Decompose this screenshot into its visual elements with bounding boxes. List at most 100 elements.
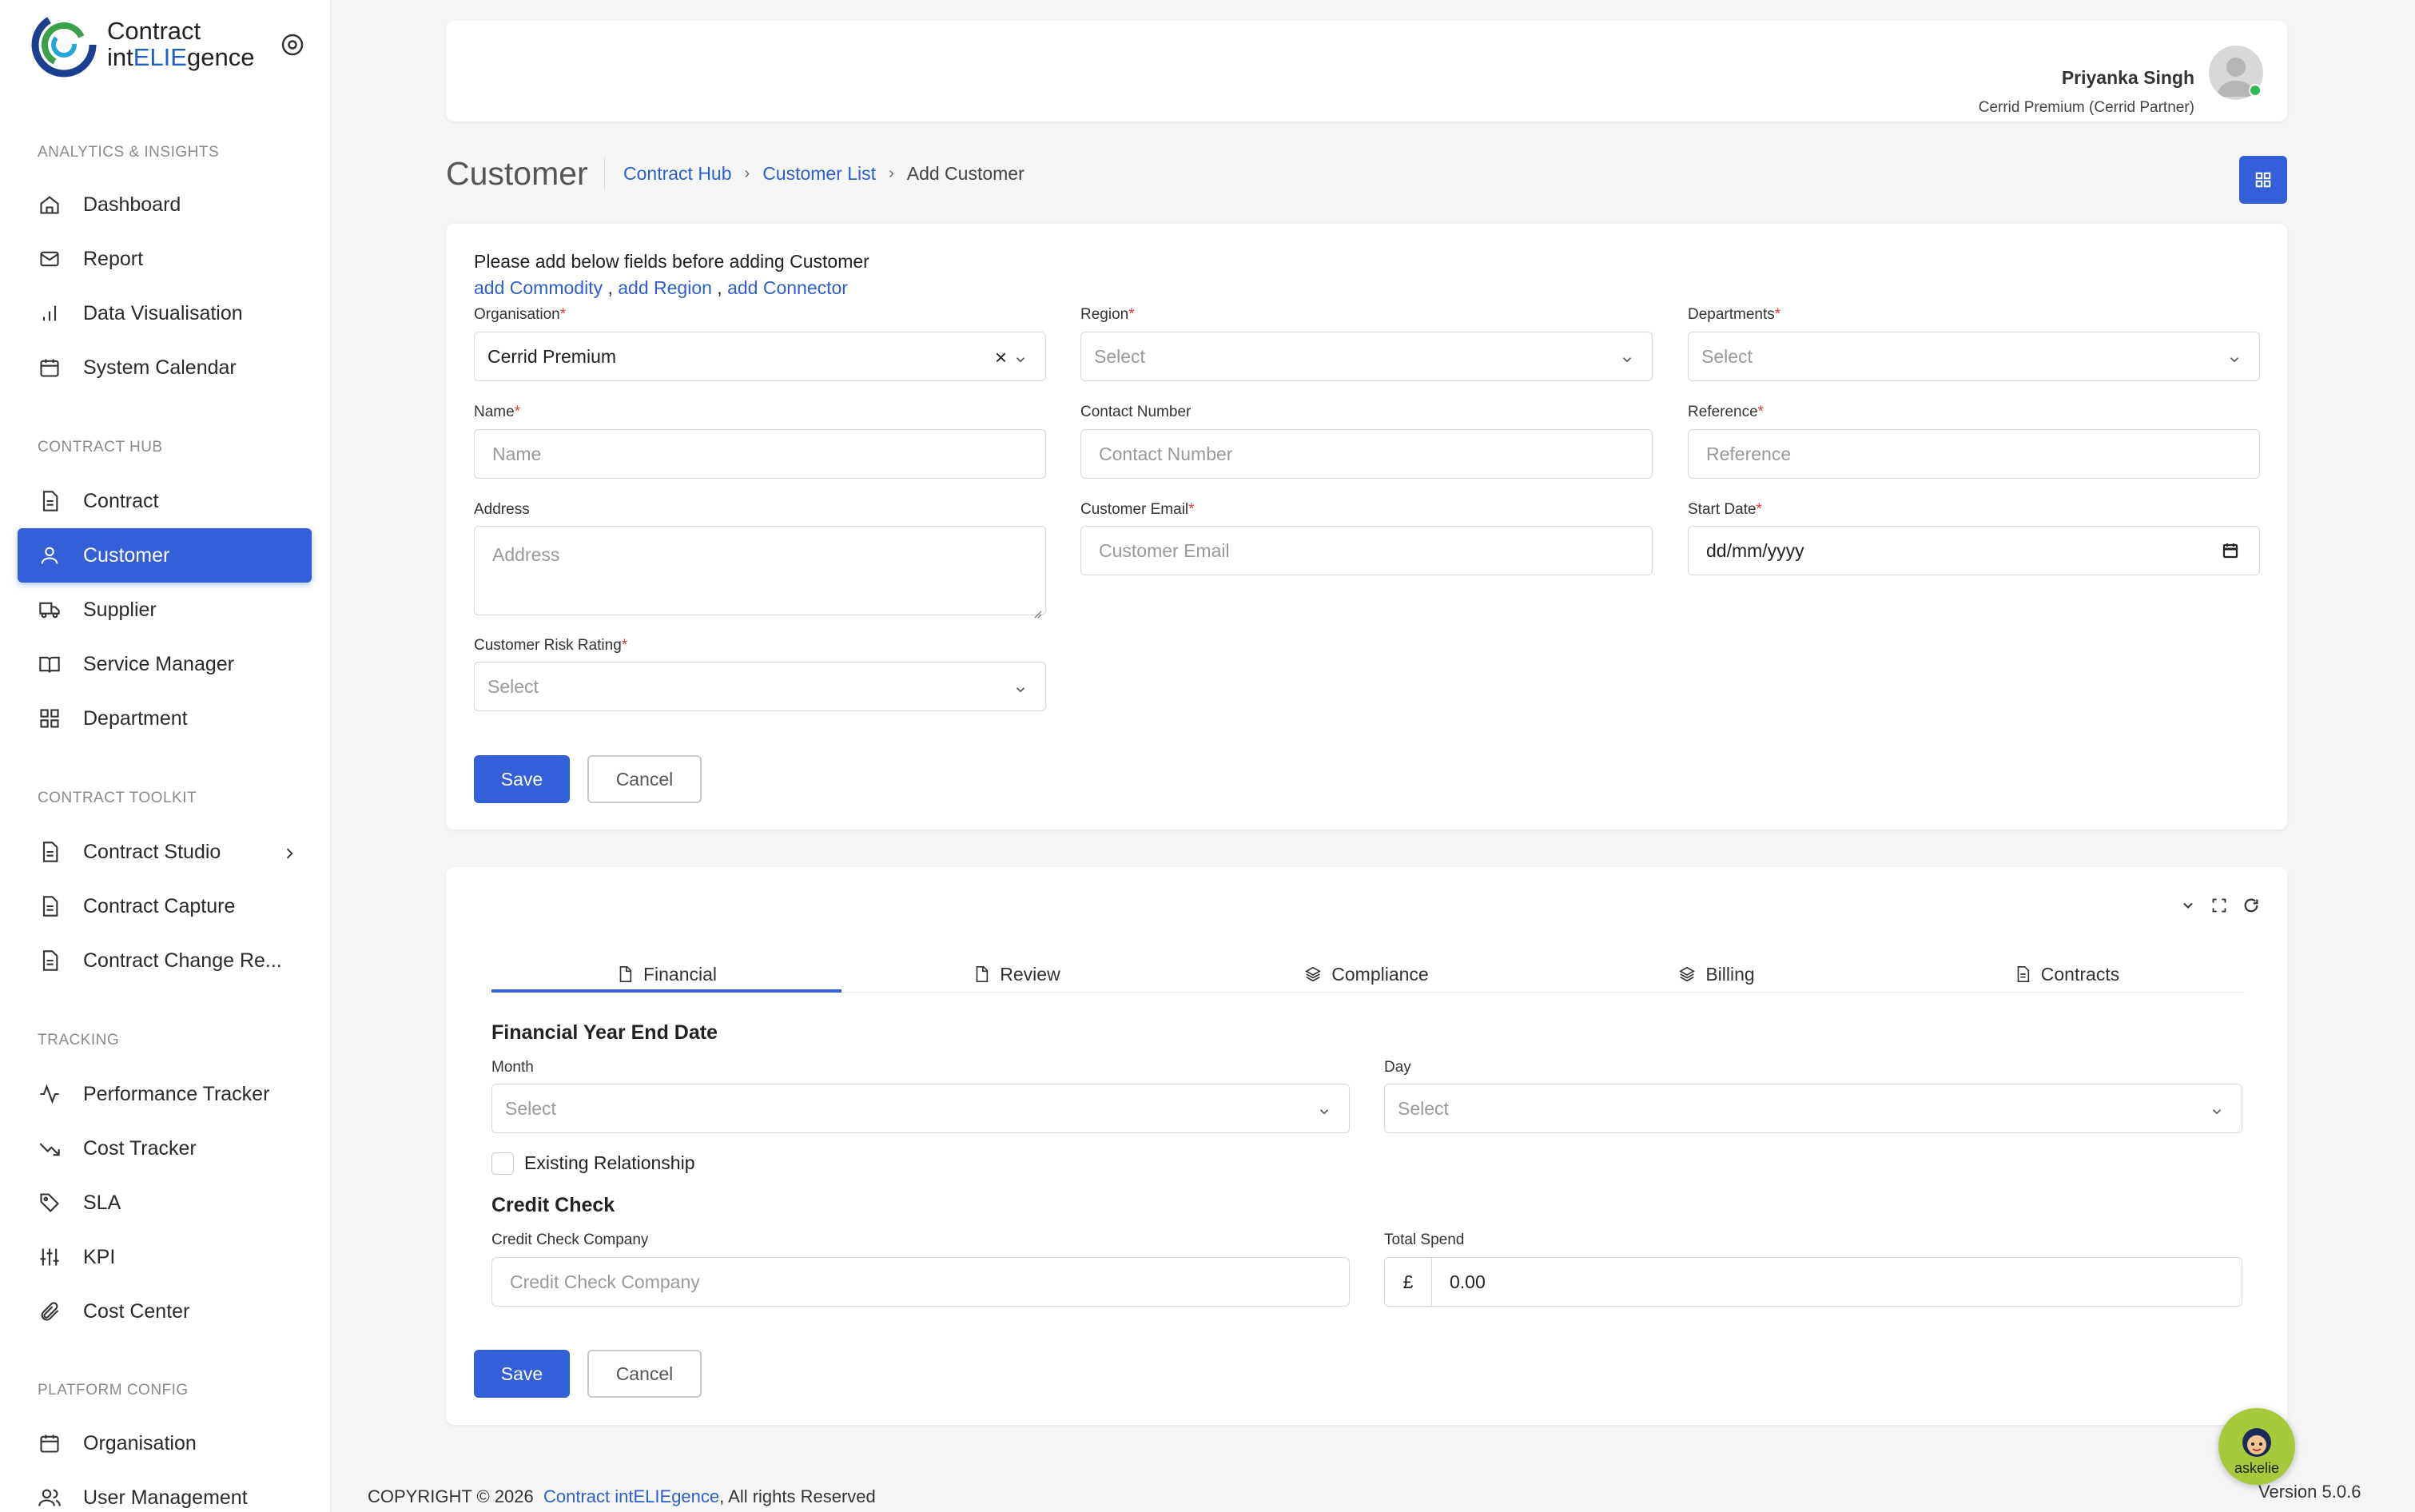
name-input[interactable]: Name <box>474 429 1046 479</box>
sidebar-item-data-visualisation[interactable]: Data Visualisation <box>18 286 312 340</box>
askelie-assistant-button[interactable]: askelie <box>2218 1408 2295 1485</box>
sidebar-item-organisation[interactable]: Organisation <box>18 1416 312 1470</box>
breadcrumb-customer-list[interactable]: Customer List <box>762 163 876 185</box>
sidebar-item-label: Cost Tracker <box>83 1136 197 1160</box>
tab-billing[interactable]: Billing <box>1542 956 1892 993</box>
sidebar-item-user-management[interactable]: User Management <box>18 1470 312 1512</box>
breadcrumb-contract-hub[interactable]: Contract Hub <box>623 163 732 185</box>
section-title-contract-hub: CONTRACT HUB <box>38 439 163 456</box>
activity-icon <box>37 1081 62 1107</box>
existing-relationship-checkbox[interactable] <box>491 1152 514 1175</box>
grid-view-button[interactable] <box>2239 156 2287 204</box>
tab-compliance[interactable]: Compliance <box>1192 956 1542 993</box>
version-label: Version 5.0.6 <box>2258 1482 2361 1502</box>
sidebar-item-department[interactable]: Department <box>18 691 312 746</box>
add-region-link[interactable]: add Region <box>618 277 712 298</box>
risk-rating-label: Customer Risk Rating* <box>474 637 628 654</box>
sidebar-toggle-icon[interactable] <box>280 32 305 58</box>
details-tabs-card <box>446 867 2287 1425</box>
sidebar-item-customer[interactable]: Customer <box>18 528 312 583</box>
sidebar-item-label: Department <box>83 706 188 730</box>
resize-handle-icon[interactable] <box>1032 602 1042 619</box>
book-icon <box>37 651 62 677</box>
address-placeholder: Address <box>492 544 560 565</box>
departments-select[interactable]: Select <box>1688 332 2260 381</box>
document-icon <box>37 893 62 919</box>
collapse-chevron-icon[interactable] <box>2177 894 2199 917</box>
credit-check-company-input[interactable]: Credit Check Company <box>491 1257 1350 1307</box>
chevron-down-icon <box>1620 350 1634 372</box>
sidebar-item-contract[interactable]: Contract <box>18 474 312 528</box>
contact-number-placeholder: Contact Number <box>1099 443 1233 464</box>
sidebar-item-kpi[interactable]: KPI <box>18 1230 312 1284</box>
contact-number-input[interactable]: Contact Number <box>1080 429 1653 479</box>
day-placeholder: Select <box>1398 1097 1449 1119</box>
financial-save-button[interactable]: Save <box>474 1350 570 1398</box>
sidebar-item-cost-center[interactable]: Cost Center <box>18 1284 312 1339</box>
calendar-icon[interactable] <box>2221 541 2240 565</box>
start-date-label: Start Date* <box>1688 501 1762 518</box>
clear-icon[interactable]: × <box>995 345 1007 370</box>
tab-label: Compliance <box>1331 963 1429 985</box>
add-connector-link[interactable]: add Connector <box>727 277 848 298</box>
sidebar-item-label: Contract Change Re... <box>83 949 282 972</box>
fullscreen-icon[interactable] <box>2208 894 2230 917</box>
save-button[interactable]: Save <box>474 755 570 803</box>
address-textarea[interactable]: Address <box>474 526 1046 619</box>
footer-brand-link[interactable]: Contract intELIEgence <box>543 1486 719 1506</box>
month-select[interactable]: Select <box>491 1084 1350 1133</box>
credit-check-company-label: Credit Check Company <box>491 1231 649 1248</box>
sidebar-item-supplier[interactable]: Supplier <box>18 583 312 637</box>
sidebar-item-label: Customer <box>83 543 170 567</box>
departments-placeholder: Select <box>1701 345 1753 367</box>
customer-email-input[interactable]: Customer Email <box>1080 526 1653 575</box>
tag-icon <box>37 1190 62 1216</box>
sidebar-item-contract-change-request[interactable]: Contract Change Re... <box>18 933 312 988</box>
contact-number-label: Contact Number <box>1080 404 1192 420</box>
tab-contracts[interactable]: Contracts <box>1892 956 2242 993</box>
customer-email-placeholder: Customer Email <box>1099 539 1230 561</box>
sidebar-item-sla[interactable]: SLA <box>18 1176 312 1230</box>
tab-review[interactable]: Review <box>841 956 1192 993</box>
sidebar-item-system-calendar[interactable]: System Calendar <box>18 340 312 395</box>
credit-check-company-placeholder: Credit Check Company <box>510 1271 700 1292</box>
region-select[interactable]: Select <box>1080 332 1653 381</box>
add-commodity-link[interactable]: add Commodity <box>474 277 603 298</box>
start-date-input[interactable]: dd/mm/yyyy <box>1688 526 2260 575</box>
sidebar-item-contract-capture[interactable]: Contract Capture <box>18 879 312 933</box>
total-spend-input[interactable]: 0.00 <box>1431 1257 2242 1307</box>
calendar-icon <box>37 1430 62 1456</box>
layers-icon <box>1305 966 1322 982</box>
bar-chart-icon <box>37 300 62 326</box>
cancel-button[interactable]: Cancel <box>587 755 702 803</box>
chevron-down-icon <box>1013 350 1028 372</box>
organisation-select[interactable]: Cerrid Premium × <box>474 332 1046 381</box>
risk-rating-select[interactable]: Select <box>474 662 1046 711</box>
sidebar-item-report[interactable]: Report <box>18 232 312 286</box>
sidebar-item-contract-studio[interactable]: Contract Studio <box>18 825 312 879</box>
reference-label: Reference* <box>1688 404 1765 420</box>
section-title-platform-config: PLATFORM CONFIG <box>38 1382 189 1399</box>
section-title-analytics: ANALYTICS & INSIGHTS <box>38 144 220 161</box>
tab-financial[interactable]: Financial <box>491 956 841 993</box>
grid-icon <box>2255 172 2271 188</box>
sidebar-item-label: Report <box>83 247 144 270</box>
financial-cancel-button[interactable]: Cancel <box>587 1350 702 1398</box>
chevron-down-icon <box>1013 680 1028 702</box>
document-icon <box>37 948 62 973</box>
reference-input[interactable]: Reference <box>1688 429 2260 479</box>
address-label: Address <box>474 501 530 518</box>
sidebar-item-label: Dashboard <box>83 193 181 216</box>
sidebar-item-label: Contract Studio <box>83 840 221 863</box>
app-logo[interactable]: Contract intELIEgence <box>29 10 254 78</box>
sidebar-item-performance-tracker[interactable]: Performance Tracker <box>18 1067 312 1121</box>
sidebar-item-service-manager[interactable]: Service Manager <box>18 637 312 691</box>
day-select[interactable]: Select <box>1384 1084 2242 1133</box>
sidebar-item-cost-tracker[interactable]: Cost Tracker <box>18 1121 312 1176</box>
sidebar-item-dashboard[interactable]: Dashboard <box>18 177 312 232</box>
refresh-icon[interactable] <box>2240 894 2262 917</box>
calendar-icon <box>37 355 62 380</box>
sidebar-item-label: User Management <box>83 1486 248 1509</box>
sliders-icon <box>37 1244 62 1270</box>
logo-text: Contract intELIEgence <box>107 18 254 70</box>
